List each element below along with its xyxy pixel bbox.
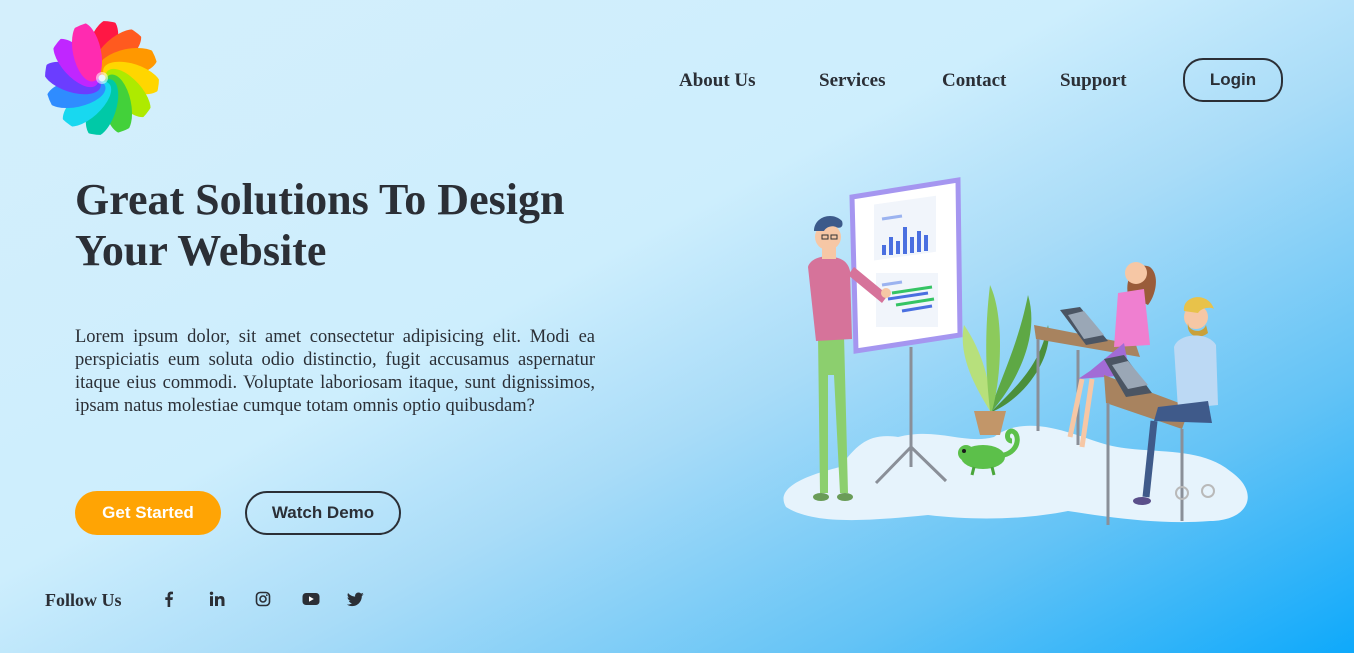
team-meeting-illustration-icon [778,175,1258,535]
nav-support[interactable]: Support [1060,70,1127,92]
twitter-icon[interactable] [344,588,366,610]
hero-description: Lorem ipsum dolor, sit amet consectetur … [75,327,595,416]
follow-us-label: Follow Us [45,590,122,610]
nav-about-us[interactable]: About Us [679,70,756,92]
get-started-button[interactable]: Get Started [75,491,221,535]
main-nav: About Us Services Contact Support Login [0,58,1354,102]
hero-title: Great Solutions To Design Your Website [75,175,565,275]
nav-services[interactable]: Services [819,70,885,92]
instagram-icon[interactable] [252,588,274,610]
linkedin-icon[interactable] [206,588,228,610]
facebook-icon[interactable] [158,588,180,610]
youtube-icon[interactable] [300,588,322,610]
login-button[interactable]: Login [1183,58,1283,102]
watch-demo-button[interactable]: Watch Demo [245,491,401,535]
nav-contact[interactable]: Contact [942,70,1006,92]
